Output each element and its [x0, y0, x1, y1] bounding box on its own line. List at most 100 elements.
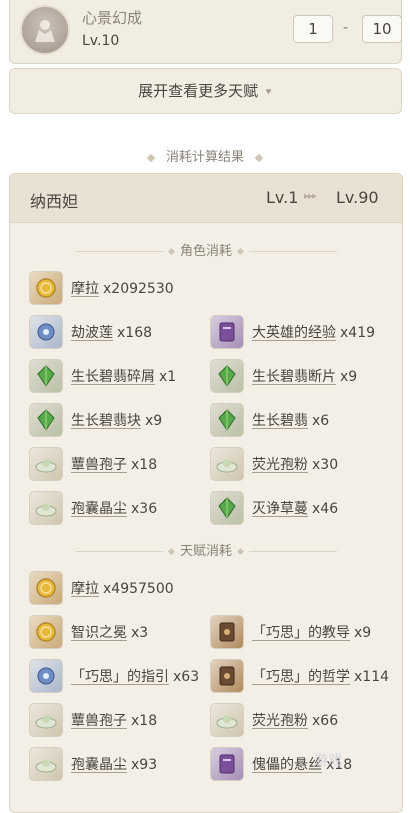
character-cost-material-item[interactable]: 劫波莲 x168	[29, 315, 152, 349]
level-arrows-icon: ▸▸▸	[304, 191, 317, 202]
character-cost-material-item[interactable]: 生长碧翡碎屑 x1	[29, 359, 176, 393]
character-costs-title-text: 角色消耗	[179, 244, 232, 259]
material-name[interactable]: 蕈兽孢子	[71, 713, 127, 729]
talent-cost-material-item[interactable]: 荧光孢粉 x66	[210, 703, 338, 737]
material-name[interactable]: 生长碧翡块	[71, 413, 141, 429]
material-text: 大英雄的经验 x419	[252, 322, 375, 342]
result-title-text: 消耗计算结果	[165, 150, 244, 165]
fungal-spores-icon	[29, 447, 63, 481]
material-text: 灭诤草蔓 x46	[252, 498, 338, 518]
talent-cost-material-item[interactable]: 智识之冕 x3	[29, 615, 148, 649]
character-cost-material-item[interactable]: 生长碧翡块 x9	[29, 403, 162, 437]
puppet-strings-icon	[210, 747, 244, 781]
material-text: 「巧思」的指引 x63	[71, 666, 199, 686]
talent-cost-material-item[interactable]: 孢囊晶尘 x93	[29, 747, 157, 781]
nagadus-emerald-sliver-icon	[29, 359, 63, 393]
material-name[interactable]: 荧光孢粉	[252, 457, 308, 473]
talent-level: Lv.10	[82, 33, 120, 49]
guide-to-ingenuity-icon	[29, 659, 63, 693]
material-name[interactable]: 孢囊晶尘	[71, 757, 127, 773]
material-count: x9	[145, 413, 163, 429]
material-count: x9	[354, 625, 372, 641]
material-count: x1	[159, 369, 177, 385]
talent-cost-material-item[interactable]: 「巧思」的教导 x9	[210, 615, 371, 649]
material-text: 智识之冕 x3	[71, 622, 148, 642]
material-name[interactable]: 蕈兽孢子	[71, 457, 127, 473]
material-text: 孢囊晶尘 x93	[71, 754, 157, 774]
talent-cost-material-item[interactable]: 「巧思」的指引 x63	[29, 659, 199, 693]
material-text: 摩拉 x4957500	[71, 578, 174, 598]
material-name[interactable]: 智识之冕	[71, 625, 127, 641]
material-text: 生长碧翡碎屑 x1	[71, 366, 176, 386]
teachings-of-ingenuity-icon	[210, 615, 244, 649]
material-name[interactable]: 生长碧翡	[252, 413, 308, 429]
nagadus-emerald-fragment-icon	[210, 359, 244, 393]
character-cost-material-item[interactable]: 生长碧翡 x6	[210, 403, 329, 437]
material-text: 劫波莲 x168	[71, 322, 152, 342]
material-text: 荧光孢粉 x30	[252, 454, 338, 474]
talent-costs-title: 天赋消耗	[10, 540, 402, 559]
kalpalata-lotus-icon	[29, 315, 63, 349]
character-cost-material-item[interactable]: 摩拉 x2092530	[29, 271, 174, 305]
material-text: 生长碧翡 x6	[252, 410, 329, 430]
material-count: x4957500	[103, 581, 174, 597]
material-name[interactable]: 摩拉	[71, 581, 99, 597]
material-name[interactable]: 荧光孢粉	[252, 713, 308, 729]
material-name[interactable]: 生长碧翡断片	[252, 369, 336, 385]
character-cost-material-item[interactable]: 生长碧翡断片 x9	[210, 359, 357, 393]
fungal-spores-icon	[29, 703, 63, 737]
mora-coin-icon	[29, 571, 63, 605]
material-text: 蕈兽孢子 x18	[71, 454, 157, 474]
material-name[interactable]: 「巧思」的哲学	[252, 669, 350, 685]
double-chevron-down-icon: ⯆	[264, 86, 273, 99]
material-count: x2092530	[103, 281, 174, 297]
material-name[interactable]: 摩拉	[71, 281, 99, 297]
material-name[interactable]: 「巧思」的指引	[71, 669, 169, 685]
material-text: 「巧思」的哲学 x114	[252, 666, 389, 686]
nagadus-emerald-gemstone-icon	[210, 403, 244, 437]
crystalline-cyst-dust-icon	[29, 491, 63, 525]
material-name[interactable]: 「巧思」的教导	[252, 625, 350, 641]
luminescent-pollen-icon	[210, 447, 244, 481]
material-name[interactable]: 孢囊晶尘	[71, 501, 127, 517]
watermark-text: 游戏	[314, 753, 342, 769]
material-count: x93	[131, 757, 158, 773]
material-count: x168	[117, 325, 153, 341]
material-name[interactable]: 生长碧翡碎屑	[71, 369, 155, 385]
material-count: x9	[340, 369, 358, 385]
material-count: x6	[312, 413, 330, 429]
result-title: 消耗计算结果	[0, 146, 410, 165]
material-name[interactable]: 劫波莲	[71, 325, 113, 341]
material-count: x30	[312, 457, 339, 473]
material-count: x18	[131, 457, 158, 473]
character-cost-material-item[interactable]: 大英雄的经验 x419	[210, 315, 375, 349]
philosophies-of-ingenuity-icon	[210, 659, 244, 693]
character-cost-material-item[interactable]: 灭诤草蔓 x46	[210, 491, 338, 525]
crown-of-insight-icon	[29, 615, 63, 649]
expand-more-talents-button[interactable]: 展开查看更多天赋 ⯆	[9, 68, 402, 114]
character-costs-title: 角色消耗	[10, 240, 402, 259]
mora-coin-icon	[29, 271, 63, 305]
character-cost-material-item[interactable]: 孢囊晶尘 x36	[29, 491, 157, 525]
material-count: x63	[173, 669, 200, 685]
material-name[interactable]: 傀儡的悬丝	[252, 757, 322, 773]
talent-costs-title-text: 天赋消耗	[179, 544, 232, 559]
material-count: x36	[131, 501, 158, 517]
talent-cost-material-item[interactable]: 摩拉 x4957500	[29, 571, 174, 605]
talent-cost-material-item[interactable]: 「巧思」的哲学 x114	[210, 659, 389, 693]
talent-card: 心景幻成 Lv.10 1 - 10	[9, 0, 402, 64]
material-text: 生长碧翡块 x9	[71, 410, 162, 430]
level-from-input[interactable]: 1	[293, 15, 333, 43]
talent-name: 心景幻成	[82, 9, 143, 27]
material-count: x419	[340, 325, 376, 341]
talent-cost-material-item[interactable]: 蕈兽孢子 x18	[29, 703, 157, 737]
nagadus-emerald-chunk-icon	[29, 403, 63, 437]
character-cost-material-item[interactable]: 荧光孢粉 x30	[210, 447, 338, 481]
material-name[interactable]: 大英雄的经验	[252, 325, 336, 341]
material-text: 孢囊晶尘 x36	[71, 498, 157, 518]
level-to-input[interactable]: 10	[362, 15, 402, 43]
material-count: x46	[312, 501, 339, 517]
material-text: 「巧思」的教导 x9	[252, 622, 371, 642]
material-name[interactable]: 灭诤草蔓	[252, 501, 308, 517]
character-cost-material-item[interactable]: 蕈兽孢子 x18	[29, 447, 157, 481]
